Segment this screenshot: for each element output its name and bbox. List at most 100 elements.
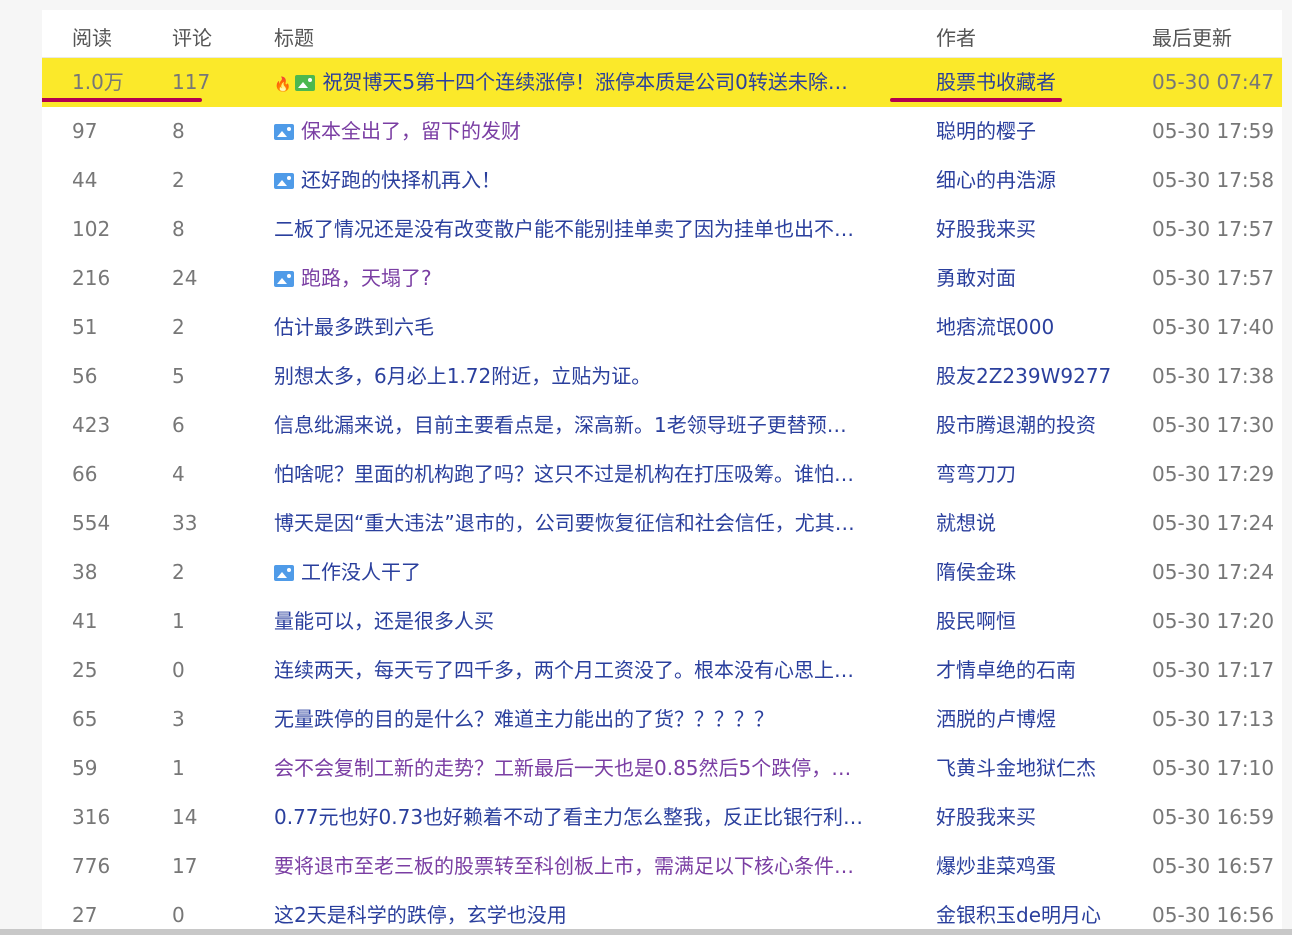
horizontal-scrollbar[interactable] xyxy=(0,929,1292,935)
read-count: 51 xyxy=(72,315,98,339)
post-title-text: 无量跌停的目的是什么？难道主力能出的了货？？？？？ xyxy=(274,707,774,731)
post-title-link[interactable]: 量能可以，还是很多人买 xyxy=(274,609,904,633)
author-link[interactable]: 地痞流氓000 xyxy=(936,315,1054,339)
image-post-icon xyxy=(295,75,316,91)
author-link[interactable]: 股友2Z239W9277 xyxy=(936,364,1111,388)
comment-count: 1 xyxy=(172,609,185,633)
last-updated-time: 05-30 17:57 xyxy=(1152,266,1275,290)
post-title-link[interactable]: 要将退市至老三板的股票转至科创板上市，需满足以下核心条件… xyxy=(274,854,904,878)
comment-count: 117 xyxy=(172,70,211,94)
author-link[interactable]: 洒脱的卢博煜 xyxy=(936,707,1056,731)
read-count: 41 xyxy=(72,609,98,633)
post-title-text: 别想太多，6月必上1.72附近，立贴为证。 xyxy=(274,364,652,388)
image-post-icon xyxy=(274,271,294,287)
post-title-link[interactable]: 工作没人干了 xyxy=(274,560,904,584)
comment-count: 1 xyxy=(172,756,185,780)
table-row: 44 2 还好跑的快择机再入！ 细心的冉浩源 05-30 17:58 xyxy=(42,156,1282,205)
header-read[interactable]: 阅读 xyxy=(72,22,112,51)
author-link[interactable]: 就想说 xyxy=(936,511,996,535)
post-title-text: 还好跑的快择机再入！ xyxy=(301,168,501,192)
table-row: 51 2 估计最多跌到六毛 地痞流氓000 05-30 17:40 xyxy=(42,303,1282,352)
post-title-link[interactable]: 无量跌停的目的是什么？难道主力能出的了货？？？？？ xyxy=(274,707,904,731)
author-link[interactable]: 爆炒韭菜鸡蛋 xyxy=(936,854,1056,878)
post-title-link[interactable]: 还好跑的快择机再入！ xyxy=(274,168,904,192)
read-count: 102 xyxy=(72,217,111,241)
author-link[interactable]: 股票书收藏者 xyxy=(936,70,1056,94)
post-title-link[interactable]: 0.77元也好0.73也好赖着不动了看主力怎么整我，反正比银行利… xyxy=(274,805,904,829)
image-post-icon xyxy=(274,173,294,189)
author-link[interactable]: 才情卓绝的石南 xyxy=(936,658,1076,682)
author-link[interactable]: 金银积玉de明月心 xyxy=(936,903,1101,927)
annotation-underline xyxy=(42,98,202,102)
forum-post-list-panel: 阅读 评论 标题 作者 最后更新 1.0万 117 🔥 祝贺博天5第十四个连续涨停！涨… xyxy=(0,0,1292,935)
author-link[interactable]: 飞黄斗金地狱仁杰 xyxy=(936,756,1096,780)
post-title-link[interactable]: 信息纰漏来说，目前主要看点是，深高新。1老领导班子更替预… xyxy=(274,413,904,437)
read-count: 66 xyxy=(72,462,98,486)
comment-count: 0 xyxy=(172,658,185,682)
read-count: 316 xyxy=(72,805,111,829)
author-link[interactable]: 勇敢对面 xyxy=(936,266,1016,290)
header-updated[interactable]: 最后更新 xyxy=(1152,22,1232,51)
post-title-text: 保本全出了，留下的发财 xyxy=(301,119,521,143)
post-title-link[interactable]: 博天是因“重大违法”退市的，公司要恢复征信和社会信任，尤其… xyxy=(274,511,904,535)
image-post-icon xyxy=(274,124,294,140)
table-row: 216 24 跑路，天塌了? 勇敢对面 05-30 17:57 xyxy=(42,254,1282,303)
author-link[interactable]: 聪明的樱子 xyxy=(936,119,1036,143)
post-title-text: 要将退市至老三板的股票转至科创板上市，需满足以下核心条件… xyxy=(274,854,854,878)
post-title-text: 祝贺博天5第十四个连续涨停！涨停本质是公司0转送未除… xyxy=(322,70,848,94)
comment-count: 2 xyxy=(172,560,185,584)
post-title-link[interactable]: 保本全出了，留下的发财 xyxy=(274,119,904,143)
last-updated-time: 05-30 16:57 xyxy=(1152,854,1275,878)
hot-fire-icon: 🔥 xyxy=(274,77,292,93)
table-row: 776 17 要将退市至老三板的股票转至科创板上市，需满足以下核心条件… 爆炒韭菜鸡蛋… xyxy=(42,842,1282,891)
author-link[interactable]: 好股我来买 xyxy=(936,217,1036,241)
post-title-text: 这2天是科学的跌停，玄学也没用 xyxy=(274,903,567,927)
post-title-link[interactable]: 这2天是科学的跌停，玄学也没用 xyxy=(274,903,904,927)
last-updated-time: 05-30 17:59 xyxy=(1152,119,1275,143)
comment-count: 33 xyxy=(172,511,198,535)
post-title-link[interactable]: 估计最多跌到六毛 xyxy=(274,315,904,339)
last-updated-time: 05-30 17:38 xyxy=(1152,364,1275,388)
author-link[interactable]: 弯弯刀刀 xyxy=(936,462,1016,486)
read-count: 44 xyxy=(72,168,98,192)
author-link[interactable]: 股市腾退潮的投资 xyxy=(936,413,1096,437)
post-title-text: 估计最多跌到六毛 xyxy=(274,315,434,339)
read-count: 59 xyxy=(72,756,98,780)
comment-count: 3 xyxy=(172,707,185,731)
read-count: 56 xyxy=(72,364,98,388)
author-link[interactable]: 隋侯金珠 xyxy=(936,560,1016,584)
table-row: 56 5 别想太多，6月必上1.72附近，立贴为证。 股友2Z239W9277 05-3… xyxy=(42,352,1282,401)
last-updated-time: 05-30 17:17 xyxy=(1152,658,1275,682)
post-title-link[interactable]: 会不会复制工新的走势？工新最后一天也是0.85然后5个跌停，… xyxy=(274,756,904,780)
table-row: 59 1 会不会复制工新的走势？工新最后一天也是0.85然后5个跌停，… 飞黄斗金地狱… xyxy=(42,744,1282,793)
post-title-link[interactable]: 跑路，天塌了? xyxy=(274,266,904,290)
post-title-text: 0.77元也好0.73也好赖着不动了看主力怎么整我，反正比银行利… xyxy=(274,805,864,829)
table-row: 102 8 二板了情况还是没有改变散户能不能别挂单卖了因为挂单也出不… 好股我来买 05… xyxy=(42,205,1282,254)
table-row: 65 3 无量跌停的目的是什么？难道主力能出的了货？？？？？ 洒脱的卢博煜 05-30 … xyxy=(42,695,1282,744)
header-title: 标题 xyxy=(274,26,314,50)
post-title-link[interactable]: 二板了情况还是没有改变散户能不能别挂单卖了因为挂单也出不… xyxy=(274,217,904,241)
table-row: 41 1 量能可以，还是很多人买 股民啊恒 05-30 17:20 xyxy=(42,597,1282,646)
author-link[interactable]: 好股我来买 xyxy=(936,805,1036,829)
table-row: 97 8 保本全出了，留下的发财 聪明的樱子 05-30 17:59 xyxy=(42,107,1282,156)
post-title-text: 怕啥呢？里面的机构跑了吗？这只不过是机构在打压吸筹。谁怕… xyxy=(274,462,854,486)
table-header: 阅读 评论 标题 作者 最后更新 xyxy=(42,10,1282,58)
post-title-link[interactable]: 🔥 祝贺博天5第十四个连续涨停！涨停本质是公司0转送未除… xyxy=(274,70,904,97)
post-title-text: 工作没人干了 xyxy=(301,560,421,584)
last-updated-time: 05-30 17:30 xyxy=(1152,413,1275,437)
post-title-link[interactable]: 怕啥呢？里面的机构跑了吗？这只不过是机构在打压吸筹。谁怕… xyxy=(274,462,904,486)
comment-count: 5 xyxy=(172,364,185,388)
table-row: 1.0万 117 🔥 祝贺博天5第十四个连续涨停！涨停本质是公司0转送未除… 股票书收藏… xyxy=(42,58,1282,107)
last-updated-time: 05-30 17:40 xyxy=(1152,315,1275,339)
last-updated-time: 05-30 17:20 xyxy=(1152,609,1275,633)
post-title-link[interactable]: 连续两天，每天亏了四千多，两个月工资没了。根本没有心思上… xyxy=(274,658,904,682)
post-title-link[interactable]: 别想太多，6月必上1.72附近，立贴为证。 xyxy=(274,364,904,388)
annotation-underline xyxy=(890,98,1062,102)
post-title-text: 跑路，天塌了? xyxy=(301,266,432,290)
post-title-text: 博天是因“重大违法”退市的，公司要恢复征信和社会信任，尤其… xyxy=(274,511,855,535)
header-comment[interactable]: 评论 xyxy=(172,22,212,51)
last-updated-time: 05-30 17:57 xyxy=(1152,217,1275,241)
author-link[interactable]: 股民啊恒 xyxy=(936,609,1016,633)
author-link[interactable]: 细心的冉浩源 xyxy=(936,168,1056,192)
last-updated-time: 05-30 17:24 xyxy=(1152,560,1275,584)
